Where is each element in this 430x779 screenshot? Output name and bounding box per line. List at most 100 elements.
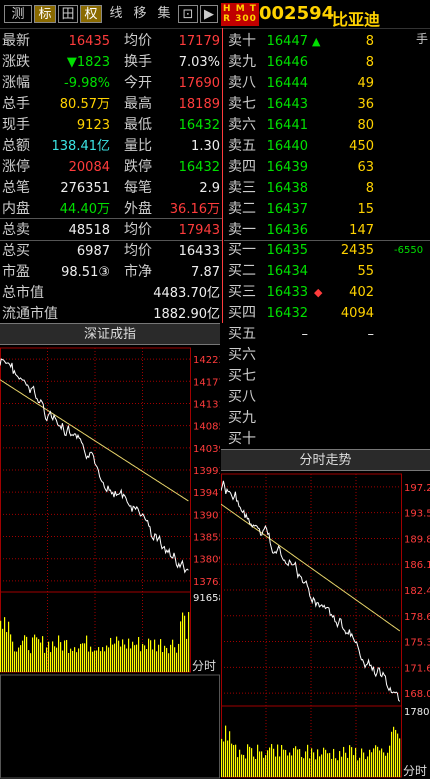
- volume-bar: [317, 749, 319, 777]
- volume-bar: [261, 751, 263, 777]
- sell-level-row[interactable]: 卖一 16436 147: [224, 220, 430, 241]
- volume-bar: [2, 628, 4, 672]
- volume-bar: [259, 751, 261, 777]
- quote-label: 换手: [124, 54, 152, 70]
- volume-bar: [275, 756, 277, 777]
- buy-level-row[interactable]: 买一 16435 2435 -6550: [224, 240, 430, 261]
- volume-bar: [225, 725, 227, 777]
- market-cap-label: 总市值: [2, 285, 44, 301]
- tool-play-button[interactable]: ▶: [200, 5, 218, 23]
- volume-bar: [395, 729, 397, 777]
- volume-bar: [134, 645, 136, 672]
- quote-value: -9.98%: [64, 76, 110, 91]
- buy-level-row[interactable]: 买五 – –: [224, 324, 430, 345]
- buy-level-row[interactable]: 买三 16433 402 ◆: [224, 282, 430, 303]
- quote-value: 98.51③: [61, 265, 110, 280]
- volume-bar: [399, 738, 401, 777]
- volume-bar: [335, 758, 337, 777]
- tool-mark-button[interactable]: 标: [34, 5, 56, 23]
- volume-bar: [68, 652, 70, 672]
- volume-bar: [287, 755, 289, 777]
- quote-value: 80.57万: [59, 97, 110, 112]
- volume-bar: [4, 617, 6, 672]
- index-chart[interactable]: 14223 14177 14131 14085 14039 13993 13947 13901…: [0, 345, 220, 779]
- volume-bar: [299, 749, 301, 777]
- sell-level-row[interactable]: 卖八 16444 49: [224, 73, 430, 94]
- buy-level-row[interactable]: 买十: [224, 429, 430, 450]
- quote-label: 涨幅: [2, 75, 30, 91]
- time-mode-label: 分时: [403, 764, 427, 778]
- volume-bar: [385, 755, 387, 777]
- volume-bar: [164, 645, 166, 672]
- volume-bar: [241, 754, 243, 777]
- sell-level-row[interactable]: 卖七 16443 36: [224, 94, 430, 115]
- volume-bar: [313, 752, 315, 777]
- sell-level-label: 卖九: [228, 54, 256, 70]
- tool-rights-button[interactable]: 权: [80, 5, 102, 23]
- buy-level-row[interactable]: 买二 16434 55: [224, 261, 430, 282]
- buy-level-price: 16432: [266, 306, 308, 321]
- market-cap-value: 1882.90亿: [153, 307, 220, 322]
- volume-bar: [38, 639, 40, 672]
- market-cap-row: 流通市值 1882.90亿: [0, 304, 222, 325]
- volume-bar: [96, 650, 98, 672]
- buy-level-price: 16435: [266, 243, 308, 258]
- volume-bar: [337, 760, 339, 777]
- volume-bar: [130, 648, 132, 672]
- tool-collect-button[interactable]: 集: [154, 5, 174, 23]
- volume-bar: [108, 647, 110, 672]
- volume-bar: [221, 738, 223, 777]
- volume-bar: [66, 639, 68, 672]
- sell-level-label: 卖十: [228, 33, 256, 49]
- tool-move-button[interactable]: 移: [130, 5, 150, 23]
- tool-line-button[interactable]: 线: [106, 5, 126, 23]
- buy-level-row[interactable]: 买四 16432 4094: [224, 303, 430, 324]
- volume-bar: [323, 747, 325, 777]
- volume-bar: [100, 651, 102, 672]
- quote-value: 1.30: [191, 139, 220, 154]
- volume-bar: [293, 748, 295, 777]
- sell-level-label: 卖三: [228, 180, 256, 196]
- tool-measure-button[interactable]: 测: [4, 5, 32, 23]
- sell-level-row[interactable]: 卖三 16438 8: [224, 178, 430, 199]
- sell-level-row[interactable]: 卖五 16440 450: [224, 136, 430, 157]
- sell-level-row[interactable]: 卖六 16441 80: [224, 115, 430, 136]
- sell-level-price: 16440: [266, 139, 308, 154]
- sell-level-row[interactable]: 卖十 16447 8 ▲: [224, 31, 430, 52]
- y-tick-label: 171.6: [404, 663, 430, 674]
- buy-level-row[interactable]: 买六: [224, 345, 430, 366]
- volume-bar: [104, 651, 106, 672]
- volume-bar: [158, 644, 160, 672]
- volume-bar: [16, 651, 18, 672]
- buy-level-row[interactable]: 买八: [224, 387, 430, 408]
- buy-level-row[interactable]: 买七: [224, 366, 430, 387]
- quote-value: 7.03%: [178, 55, 220, 70]
- volume-bar: [0, 620, 2, 672]
- sell-level-row[interactable]: 卖四 16439 63: [224, 157, 430, 178]
- sell-level-label: 卖六: [228, 117, 256, 133]
- sell-level-label: 卖八: [228, 75, 256, 91]
- buy-level-row[interactable]: 买九: [224, 408, 430, 429]
- volume-bar: [329, 752, 331, 777]
- volume-bar: [253, 756, 255, 777]
- volume-bar: [118, 640, 120, 672]
- sell-level-price: 16447: [266, 34, 308, 49]
- volume-bar: [389, 745, 391, 777]
- volume-bar: [86, 635, 88, 672]
- stock-intraday-chart[interactable]: 197.2 193.5 189.8 186.1 182.4 178.6 175.3 171.6…: [221, 471, 430, 779]
- volume-bar: [34, 634, 36, 672]
- buy-level-label: 买十: [228, 431, 256, 447]
- quote-row: 总笔 276351 每笔 2.9: [0, 178, 222, 199]
- quote-row: 总手 80.57万 最高 18189: [0, 94, 222, 115]
- volume-bar: [347, 757, 349, 777]
- volume-bar: [156, 651, 158, 672]
- quote-value: 18189: [178, 97, 220, 112]
- tool-window-button[interactable]: ⊡: [178, 5, 198, 23]
- sell-level-row[interactable]: 卖二 16437 15: [224, 199, 430, 220]
- buy-level-label: 买八: [228, 389, 256, 405]
- sell-level-row[interactable]: 卖九 16446 8: [224, 52, 430, 73]
- quote-row: 涨幅 -9.98% 今开 17690: [0, 73, 222, 94]
- tool-grid-button[interactable]: 田: [58, 5, 78, 23]
- quote-value: 2.9: [199, 181, 220, 196]
- volume-bar: [327, 753, 329, 777]
